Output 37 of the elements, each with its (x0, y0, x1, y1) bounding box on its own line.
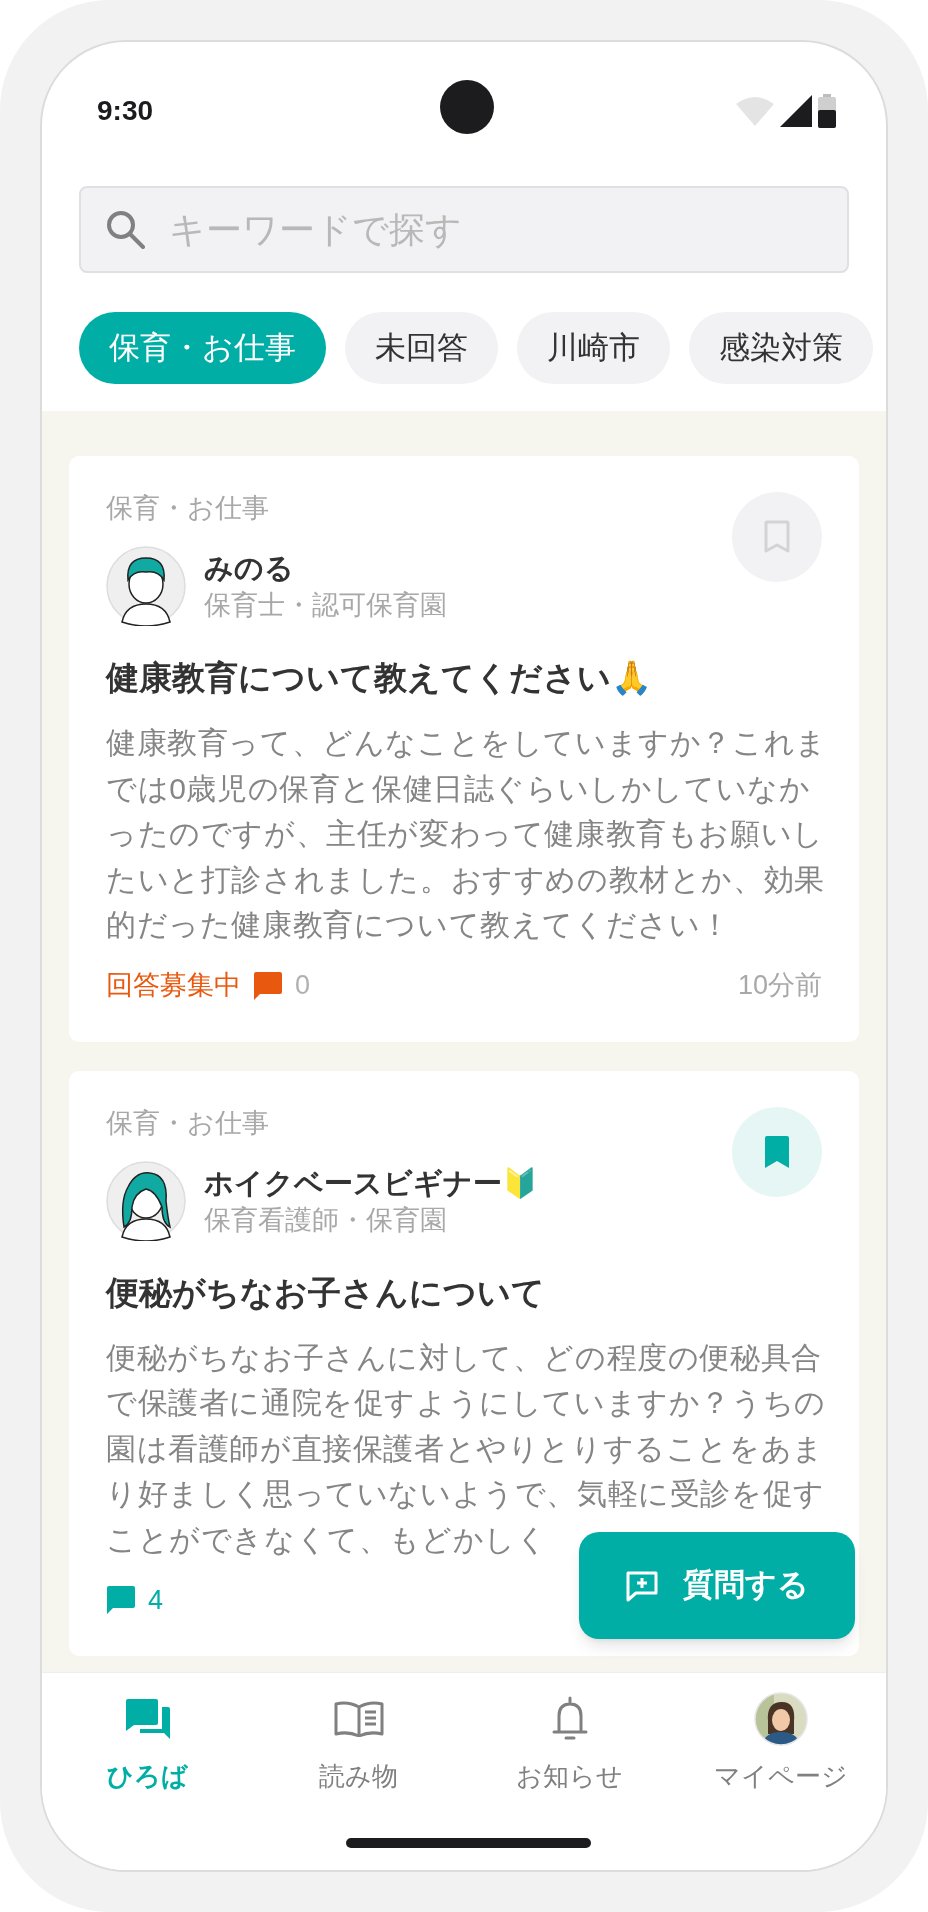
author-role: 保育士・認可保育園 (204, 589, 447, 622)
comment-count: 4 (148, 1583, 164, 1617)
comment-count: 0 (295, 969, 311, 1003)
wifi-icon (736, 96, 774, 126)
post-title: 健康教育について教えてください🙏 (106, 658, 653, 698)
nav-tab[interactable]: マイページ (675, 1691, 886, 1796)
search-field[interactable]: キーワードで探す (79, 186, 849, 273)
add-comment-icon (625, 1569, 659, 1602)
bookmark-icon (763, 520, 791, 554)
comment-icon (106, 1585, 136, 1615)
battery-icon (818, 94, 836, 128)
nav-tab[interactable]: 読み物 (253, 1691, 464, 1796)
open-book-icon (333, 1701, 384, 1737)
nav-tab[interactable]: ひろば (42, 1691, 253, 1796)
filter-chip[interactable]: 保育・お仕事 (79, 312, 326, 384)
post-title: 便秘がちなお子さんについて (106, 1272, 546, 1313)
author-name: ホイクベースビギナー🔰 (204, 1165, 538, 1201)
comment-icon (253, 970, 283, 1001)
signal-icon (780, 95, 812, 127)
author-role: 保育看護師・保育園 (204, 1203, 448, 1237)
nav-tab[interactable]: お知らせ (464, 1691, 675, 1796)
camera-cutout (440, 80, 494, 134)
post-category: 保育・お仕事 (106, 1106, 270, 1139)
author-name: みのる (204, 551, 295, 586)
post-time: 10分前 (737, 969, 822, 1003)
filter-chip[interactable]: 川崎市 (517, 312, 670, 384)
bookmark-icon (763, 1134, 791, 1169)
post-body: 健康教育って、どんなことをしていますか？これまでは0歳児の保育と保健日誌ぐらいしかしていなかったのですが、主任が変わって健康教育もお願いしたいと打診されました。おすすめの教材とか、効果的だった健康教育について教えてください！ (106, 725, 828, 943)
ask-question-button[interactable]: 質問する (579, 1532, 855, 1639)
bell-icon (551, 1696, 588, 1742)
status-time: 9:30 (97, 94, 154, 128)
answer-status: 回答募集中 (106, 969, 241, 1003)
chat-bubbles-icon (125, 1699, 170, 1739)
search-icon (105, 209, 145, 249)
filter-chip[interactable]: 感染対策 (689, 312, 873, 384)
filter-chip[interactable]: 未回答 (345, 312, 498, 384)
post-category: 保育・お仕事 (106, 492, 270, 524)
